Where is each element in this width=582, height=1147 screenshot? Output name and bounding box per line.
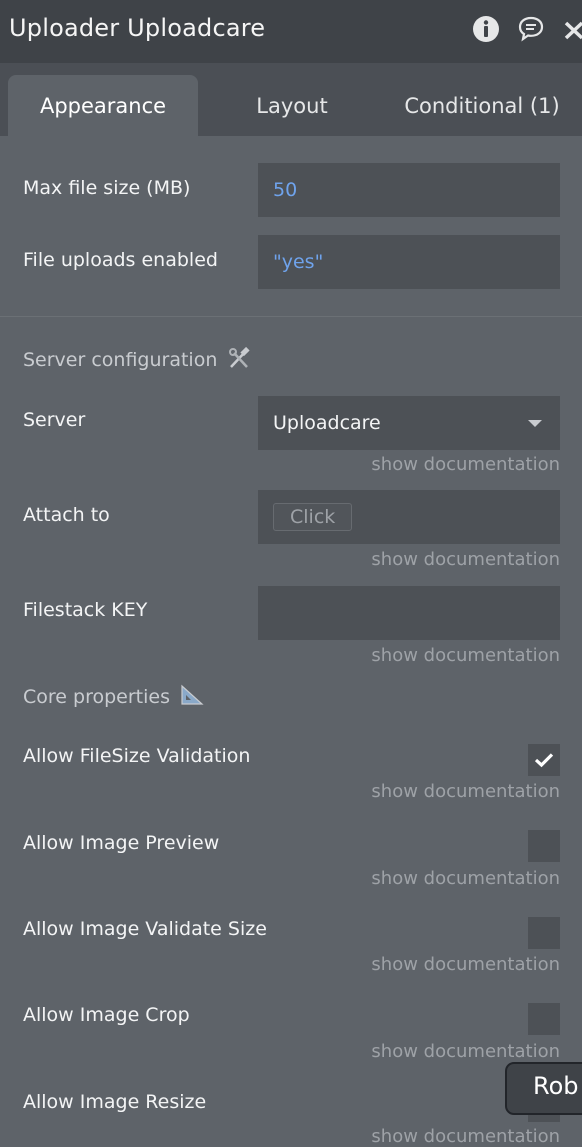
server-configuration-title: Server configuration — [23, 349, 218, 371]
hammer-wrench-icon — [227, 346, 251, 374]
filestack-key-input[interactable] — [258, 586, 560, 640]
info-icon[interactable] — [472, 14, 500, 44]
server-configuration-heading: Server configuration — [23, 346, 251, 374]
attach-to-click-button[interactable]: Click — [273, 503, 353, 531]
core-properties-title: Core properties — [23, 686, 170, 708]
close-icon[interactable] — [563, 14, 582, 44]
server-show-documentation[interactable]: show documentation — [371, 454, 560, 475]
attach-to-label: Attach to — [23, 504, 110, 526]
allow-image-validate-size-checkbox[interactable] — [528, 917, 560, 949]
allow-filesize-validation-label: Allow FileSize Validation — [23, 745, 251, 767]
allow-image-validate-size-label: Allow Image Validate Size — [23, 918, 267, 940]
triangle-ruler-icon — [180, 684, 204, 711]
hover-tooltip: Rob — [505, 1062, 582, 1115]
filestack-key-label: Filestack KEY — [23, 599, 148, 621]
attach-to-field[interactable]: Click — [258, 490, 560, 544]
allow-filesize-validation-show-documentation[interactable]: show documentation — [371, 781, 560, 802]
server-select[interactable]: Uploadcare — [258, 396, 560, 450]
core-properties-heading: Core properties — [23, 684, 204, 711]
tab-bar: Appearance Layout Conditional (1) — [0, 63, 582, 136]
tab-appearance[interactable]: Appearance — [8, 75, 198, 136]
comment-icon[interactable] — [517, 14, 545, 44]
allow-image-crop-show-documentation[interactable]: show documentation — [371, 1041, 560, 1062]
attach-to-show-documentation[interactable]: show documentation — [371, 549, 560, 570]
server-select-value: Uploadcare — [273, 412, 381, 434]
tab-conditional[interactable]: Conditional (1) — [392, 75, 572, 136]
allow-image-resize-label: Allow Image Resize — [23, 1091, 207, 1113]
file-uploads-enabled-label: File uploads enabled — [23, 249, 218, 271]
allow-image-validate-size-show-documentation[interactable]: show documentation — [371, 954, 560, 975]
max-file-size-label: Max file size (MB) — [23, 177, 191, 199]
allow-image-preview-show-documentation[interactable]: show documentation — [371, 868, 560, 889]
allow-image-preview-label: Allow Image Preview — [23, 832, 220, 854]
section-divider — [0, 316, 582, 317]
chevron-down-icon — [528, 420, 542, 427]
allow-filesize-validation-checkbox[interactable] — [528, 744, 560, 776]
filestack-key-show-documentation[interactable]: show documentation — [371, 645, 560, 666]
panel-header: Uploader Uploadcare — [0, 0, 582, 63]
allow-image-preview-checkbox[interactable] — [528, 830, 560, 862]
allow-image-resize-show-documentation[interactable]: show documentation — [371, 1126, 560, 1147]
file-uploads-enabled-input[interactable]: "yes" — [258, 235, 560, 289]
checkmark-icon — [534, 753, 554, 768]
allow-image-crop-checkbox[interactable] — [528, 1003, 560, 1035]
tab-layout[interactable]: Layout — [232, 75, 352, 136]
max-file-size-input[interactable]: 50 — [258, 163, 560, 217]
panel-title: Uploader Uploadcare — [9, 14, 266, 42]
allow-image-crop-label: Allow Image Crop — [23, 1004, 190, 1026]
server-label: Server — [23, 409, 86, 431]
